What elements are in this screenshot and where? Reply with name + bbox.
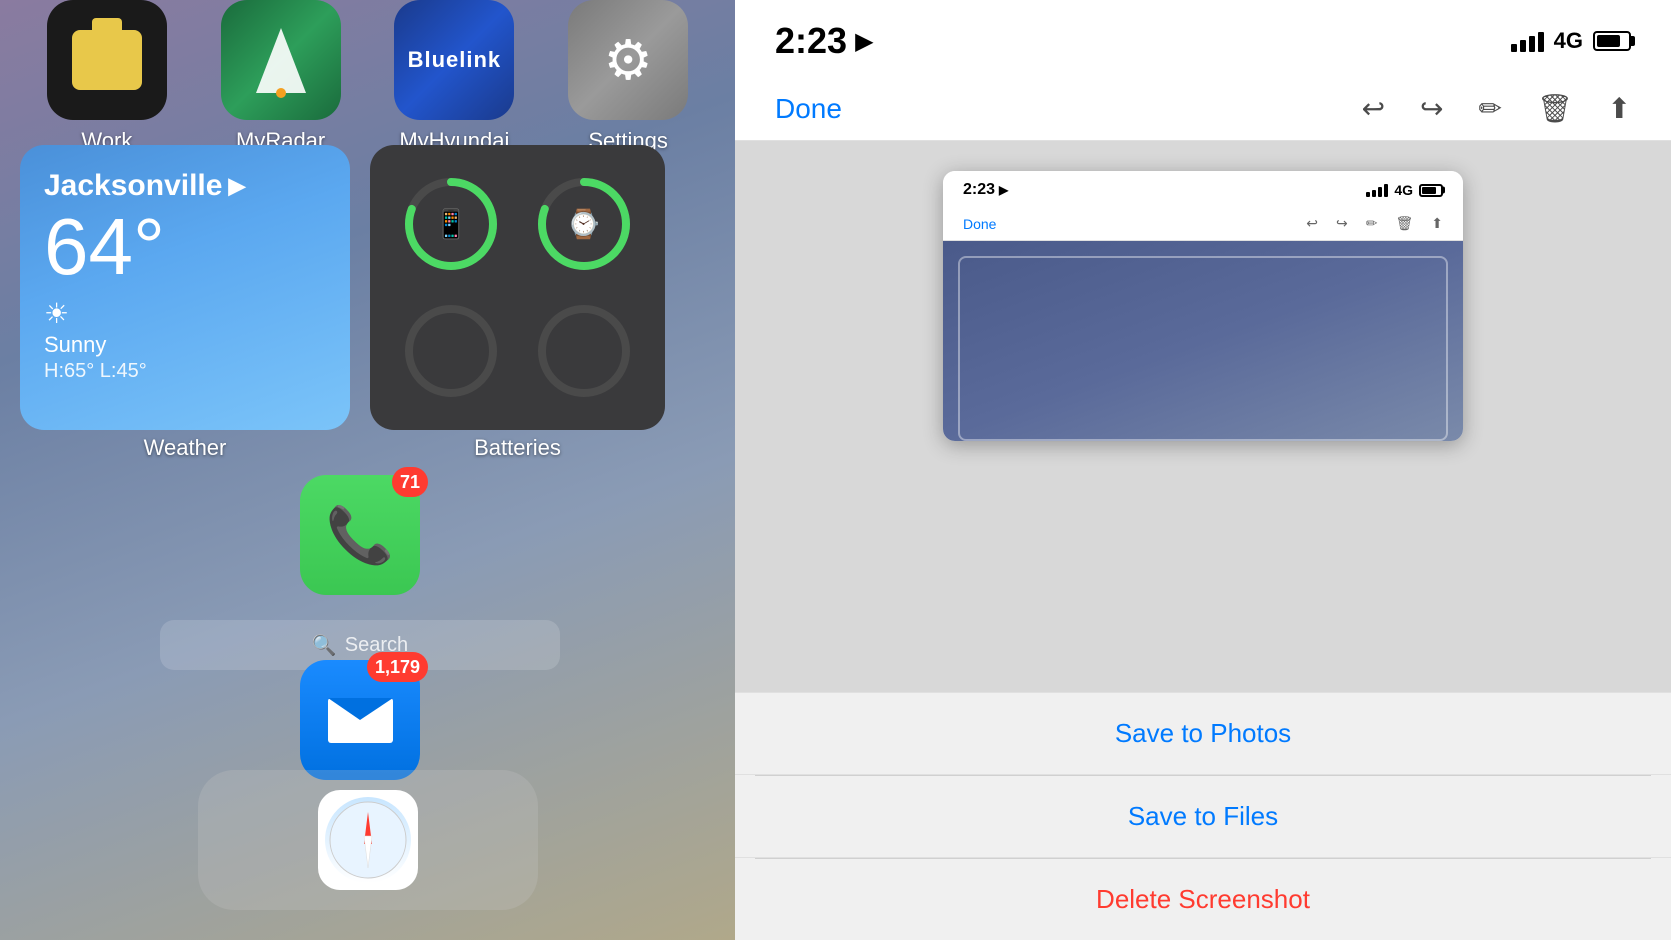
preview-content: [943, 241, 1463, 441]
save-to-photos-button[interactable]: Save to Photos: [735, 693, 1671, 775]
location-arrow-icon: ▶: [855, 27, 873, 56]
preview-bar-2: [1372, 190, 1376, 197]
trash-icon[interactable]: 🗑: [1537, 92, 1573, 125]
weather-hilow: H:65° L:45°: [44, 360, 326, 383]
app-item-myradar[interactable]: MyRadar: [206, 0, 356, 154]
signal-bar-1: [1511, 44, 1517, 52]
app-item-myhyundai[interactable]: Bluelink MyHyundai: [379, 0, 529, 154]
weather-widget-label: Weather: [144, 435, 227, 461]
app-item-work[interactable]: Work: [32, 0, 182, 154]
batteries-widget[interactable]: 📱 ⌚: [370, 145, 665, 430]
status-bar: 2:23 ▶ 4G: [735, 0, 1671, 77]
done-button[interactable]: Done: [775, 93, 842, 125]
preview-inner-device-border: [958, 256, 1448, 441]
preview-network-label: 4G: [1394, 182, 1413, 198]
preview-bar-1: [1366, 192, 1370, 197]
preview-share-icon: ⬆: [1431, 215, 1443, 232]
work-icon[interactable]: [47, 0, 167, 120]
battery-fill: [1597, 35, 1620, 47]
delete-screenshot-button[interactable]: Delete Screenshot: [735, 859, 1671, 940]
watch-battery-icon: ⌚: [566, 207, 601, 240]
phone-handset-icon: 📞: [326, 503, 394, 568]
preview-toolbar: Done ↩ ↪ ✏ 🗑 ⬆: [943, 207, 1463, 241]
batteries-widget-label: Batteries: [474, 435, 561, 461]
status-icons: 4G: [1511, 28, 1631, 54]
mail-badge: 1,179: [367, 652, 428, 682]
safari-icon[interactable]: [318, 790, 418, 890]
battery-icon: [1593, 31, 1631, 51]
mail-app-container[interactable]: 1,179: [300, 660, 420, 780]
action-sheet: Save to Photos Save to Files Delete Scre…: [735, 692, 1671, 940]
location-icon: ▶: [228, 173, 245, 199]
toolbar-actions: ↩ ↪ ✏ 🗑 ⬆: [1362, 92, 1631, 125]
markup-icon[interactable]: ✏: [1479, 92, 1502, 125]
preview-status-bar: 2:23 ▶ 4G: [943, 171, 1463, 207]
preview-signal-bars: [1366, 183, 1388, 197]
status-time: 2:23 ▶: [775, 20, 874, 62]
phone-battery-icon: 📱: [434, 207, 469, 240]
toolbar: Done ↩ ↪ ✏ 🗑 ⬆: [735, 77, 1671, 141]
gear-icon: ⚙: [603, 28, 652, 92]
preview-bar-4: [1384, 184, 1388, 197]
dock: [198, 770, 538, 910]
phone-app-container[interactable]: 📞 71: [300, 475, 420, 595]
preview-bar-3: [1378, 187, 1382, 197]
weather-temp: 64°: [44, 207, 326, 287]
preview-status-icons: 4G: [1366, 182, 1443, 198]
redo-icon[interactable]: ↪: [1420, 92, 1443, 125]
share-icon[interactable]: ⬆: [1608, 92, 1631, 125]
right-panel: 2:23 ▶ 4G Done ↩ ↪ ✏ 🗑 ⬆: [735, 0, 1671, 940]
preview-location-icon: ▶: [999, 183, 1008, 197]
preview-redo-icon: ↪: [1336, 215, 1348, 232]
mail-app-icon[interactable]: 1,179: [300, 660, 420, 780]
myradar-icon[interactable]: [221, 0, 341, 120]
bluelink-icon[interactable]: Bluelink: [394, 0, 514, 120]
widgets-row: Jacksonville ▶ 64° ☀ Sunny H:65° L:45° 📱: [20, 145, 715, 430]
preview-trash-icon: 🗑: [1395, 215, 1413, 232]
signal-bar-4: [1538, 32, 1544, 52]
phone-battery-item: 📱: [390, 165, 513, 283]
battery-item-4: [523, 293, 646, 411]
top-apps-row: Work MyRadar Bluelink MyHyundai ⚙ Settin…: [0, 0, 735, 154]
preview-toolbar-icons: ↩ ↪ ✏ 🗑 ⬆: [1306, 215, 1443, 232]
phone-badge: 71: [392, 467, 428, 497]
signal-bars-icon: [1511, 30, 1544, 52]
preview-area: 2:23 ▶ 4G Done: [735, 141, 1671, 692]
undo-icon[interactable]: ↩: [1362, 92, 1385, 125]
weather-city: Jacksonville ▶: [44, 169, 326, 203]
preview-undo-icon: ↩: [1306, 215, 1318, 232]
left-panel: Work MyRadar Bluelink MyHyundai ⚙ Settin…: [0, 0, 735, 940]
weather-condition: Sunny: [44, 332, 326, 358]
preview-time: 2:23 ▶: [963, 181, 1008, 199]
signal-bar-3: [1529, 36, 1535, 52]
network-label: 4G: [1554, 28, 1583, 54]
watch-battery-item: ⌚: [523, 165, 646, 283]
app-item-settings[interactable]: ⚙ Settings: [553, 0, 703, 154]
save-to-files-button[interactable]: Save to Files: [735, 776, 1671, 858]
preview-done-label: Done: [963, 216, 996, 232]
preview-markup-icon: ✏: [1366, 215, 1378, 232]
search-icon: 🔍: [312, 633, 337, 658]
mail-envelope-icon: [328, 698, 393, 743]
battery-item-3: [390, 293, 513, 411]
weather-sun-icon: ☀: [44, 297, 326, 330]
preview-battery-icon: [1419, 184, 1443, 197]
phone-app-icon[interactable]: 📞 71: [300, 475, 420, 595]
signal-bar-2: [1520, 40, 1526, 52]
screenshot-preview: 2:23 ▶ 4G Done: [943, 171, 1463, 441]
safari-dock-item[interactable]: [318, 790, 418, 890]
widget-labels: Weather Batteries: [20, 435, 715, 461]
settings-icon[interactable]: ⚙: [568, 0, 688, 120]
weather-widget[interactable]: Jacksonville ▶ 64° ☀ Sunny H:65° L:45°: [20, 145, 350, 430]
